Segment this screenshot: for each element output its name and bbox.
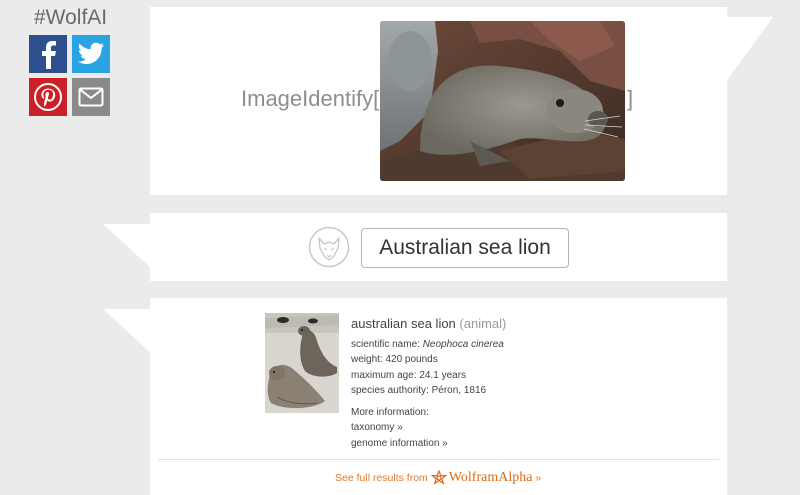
wolf-icon [308,226,350,268]
hashtag-label: #WolfAI [34,6,108,29]
wolframalpha-brand-text: WolframAlpha [448,470,533,485]
wolframalpha-logo: WolframAlpha [430,470,533,486]
input-seal-image [380,21,625,181]
taxonomy-link[interactable]: taxonomy » [351,422,403,433]
full-results-prefix: See full results from [335,472,428,484]
email-share-button[interactable] [72,78,110,116]
scientific-name-row: scientific name: Neophoca cinerea [351,337,506,353]
scientific-name-label: scientific name: [351,338,420,350]
function-name: ImageIdentify [241,86,374,111]
pinterest-icon [34,83,62,111]
input-expression: ImageIdentify[ [241,86,379,112]
facebook-icon [42,41,56,69]
species-name: australian sea lion [351,316,456,331]
full-results-link[interactable]: See full results from WolframAlpha » [335,470,541,486]
envelope-icon [78,87,104,107]
scientific-name-value: Neophoca cinerea [422,338,504,350]
divider [158,459,719,460]
close-bracket: ] [627,86,634,111]
result-label: Australian sea lion [361,228,569,268]
full-results-arrow: » [535,472,542,484]
species-category: (animal) [459,316,507,331]
input-card-tail [725,17,773,83]
species-info: australian sea lion (animal) scientific … [351,316,506,451]
wolframalpha-star-icon [430,470,447,485]
facebook-share-button[interactable] [29,35,67,73]
twitter-icon [78,42,105,64]
details-card-tail [103,309,153,355]
species-title: australian sea lion (animal) [351,316,506,332]
twitter-share-button[interactable] [72,35,110,73]
output-card-tail [103,224,153,270]
pinterest-share-button[interactable] [29,78,67,116]
weight-row: weight: 420 pounds [351,354,438,365]
sea-lion-thumbnail [265,313,339,413]
more-info-label: More information: [351,406,429,418]
max-age-row: maximum age: 24.1 years [351,369,467,381]
genome-info-link[interactable]: genome information » [351,438,448,449]
open-bracket: [ [373,86,380,111]
authority-row: species authority: Péron, 1816 [351,385,487,396]
